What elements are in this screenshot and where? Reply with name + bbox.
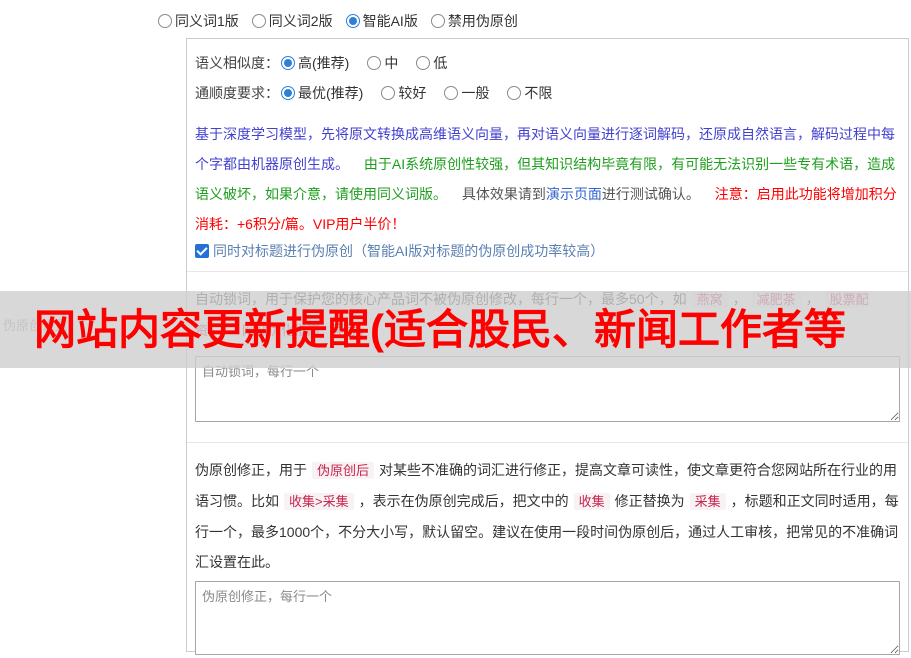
section-divider <box>187 442 908 443</box>
correction-textarea[interactable] <box>195 581 900 655</box>
demo-page-link[interactable]: 演示页面 <box>546 186 602 202</box>
radio-label: 最优(推荐) <box>298 85 364 101</box>
radio-label: 不限 <box>524 85 553 101</box>
radio-fluency-better[interactable]: 较好 <box>381 83 426 103</box>
title-rewrite-label: 同时对标题进行伪原创（智能AI版对标题的伪原创成功率较高） <box>213 243 605 259</box>
correction-text: ，表示在伪原创完成后，把文中的 <box>358 493 569 509</box>
radio-label: 较好 <box>398 85 427 101</box>
checkbox-checked-icon[interactable] <box>195 244 209 258</box>
radio-label: 禁用伪原创 <box>447 13 518 29</box>
radio-icon <box>444 86 459 100</box>
radio-label: 同义词1版 <box>175 13 239 29</box>
radio-fluency-best[interactable]: 最优(推荐) <box>281 83 363 103</box>
radio-similarity-low[interactable]: 低 <box>416 53 447 73</box>
radio-icon <box>367 56 382 70</box>
radio-option-disable[interactable]: 禁用伪原创 <box>430 11 518 31</box>
correction-text: 修正替换为 <box>614 493 685 509</box>
radio-label: 高(推荐) <box>298 55 350 71</box>
radio-icon <box>381 86 396 100</box>
fluency-radio-group: 通顺度要求： 最优(推荐) 较好 一般 不限 <box>195 78 900 108</box>
radio-similarity-medium[interactable]: 中 <box>367 53 398 73</box>
radio-icon <box>158 14 172 28</box>
radio-label: 一般 <box>461 85 490 101</box>
radio-fluency-any[interactable]: 不限 <box>507 83 552 103</box>
radio-selected-icon <box>345 14 360 28</box>
correction-rule-chip: 收集>采集 <box>284 493 354 510</box>
radio-icon <box>251 14 266 28</box>
ai-description-paragraph: 基于深度学习模型，先将原文转换成高维语义向量，再对语义向量进行逐词解码，还原成自… <box>195 119 900 239</box>
correction-paragraph: 伪原创修正，用于 伪原创后 对某些不准确的词汇进行修正，提高文章可读性，使文章更符合… <box>195 455 900 577</box>
correction-intro: 伪原创修正，用于 <box>195 462 307 478</box>
description-demo-hint: 具体效果请到 <box>461 186 546 202</box>
title-rewrite-option[interactable]: 同时对标题进行伪原创（智能AI版对标题的伪原创成功率较高） <box>195 241 900 261</box>
radio-similarity-high[interactable]: 高(推荐) <box>281 53 349 73</box>
similarity-label: 语义相似度： <box>195 55 279 71</box>
radio-option-synonym-v2[interactable]: 同义词2版 <box>251 11 333 31</box>
description-demo-hint-tail: 进行测试确认。 <box>601 186 700 202</box>
marquee-banner-text: 网站内容更新提醒(适合股民、新闻工作者等 <box>34 306 846 353</box>
similarity-radio-group: 语义相似度： 高(推荐) 中 低 <box>195 48 900 78</box>
radio-label: 智能AI版 <box>362 13 418 29</box>
radio-fluency-normal[interactable]: 一般 <box>444 83 489 103</box>
radio-icon <box>430 14 445 28</box>
version-radio-group: 同义词1版 同义词2版 智能AI版 禁用伪原创 <box>158 10 518 32</box>
marquee-banner: 网站内容更新提醒(适合股民、新闻工作者等 <box>0 291 911 368</box>
radio-selected-icon <box>281 56 295 70</box>
radio-icon <box>507 86 522 100</box>
radio-option-smart-ai[interactable]: 智能AI版 <box>345 11 418 31</box>
radio-label: 同义词2版 <box>268 13 333 29</box>
radio-selected-icon <box>281 86 295 100</box>
radio-icon <box>416 56 431 70</box>
correction-context-chip: 伪原创后 <box>312 462 375 479</box>
section-divider <box>187 271 908 272</box>
radio-label: 低 <box>433 55 448 71</box>
radio-label: 中 <box>384 55 399 71</box>
correction-from-chip: 收集 <box>573 493 610 510</box>
radio-option-synonym-v1[interactable]: 同义词1版 <box>158 11 239 31</box>
fluency-label: 通顺度要求： <box>195 85 279 101</box>
correction-to-chip: 采集 <box>689 493 726 510</box>
